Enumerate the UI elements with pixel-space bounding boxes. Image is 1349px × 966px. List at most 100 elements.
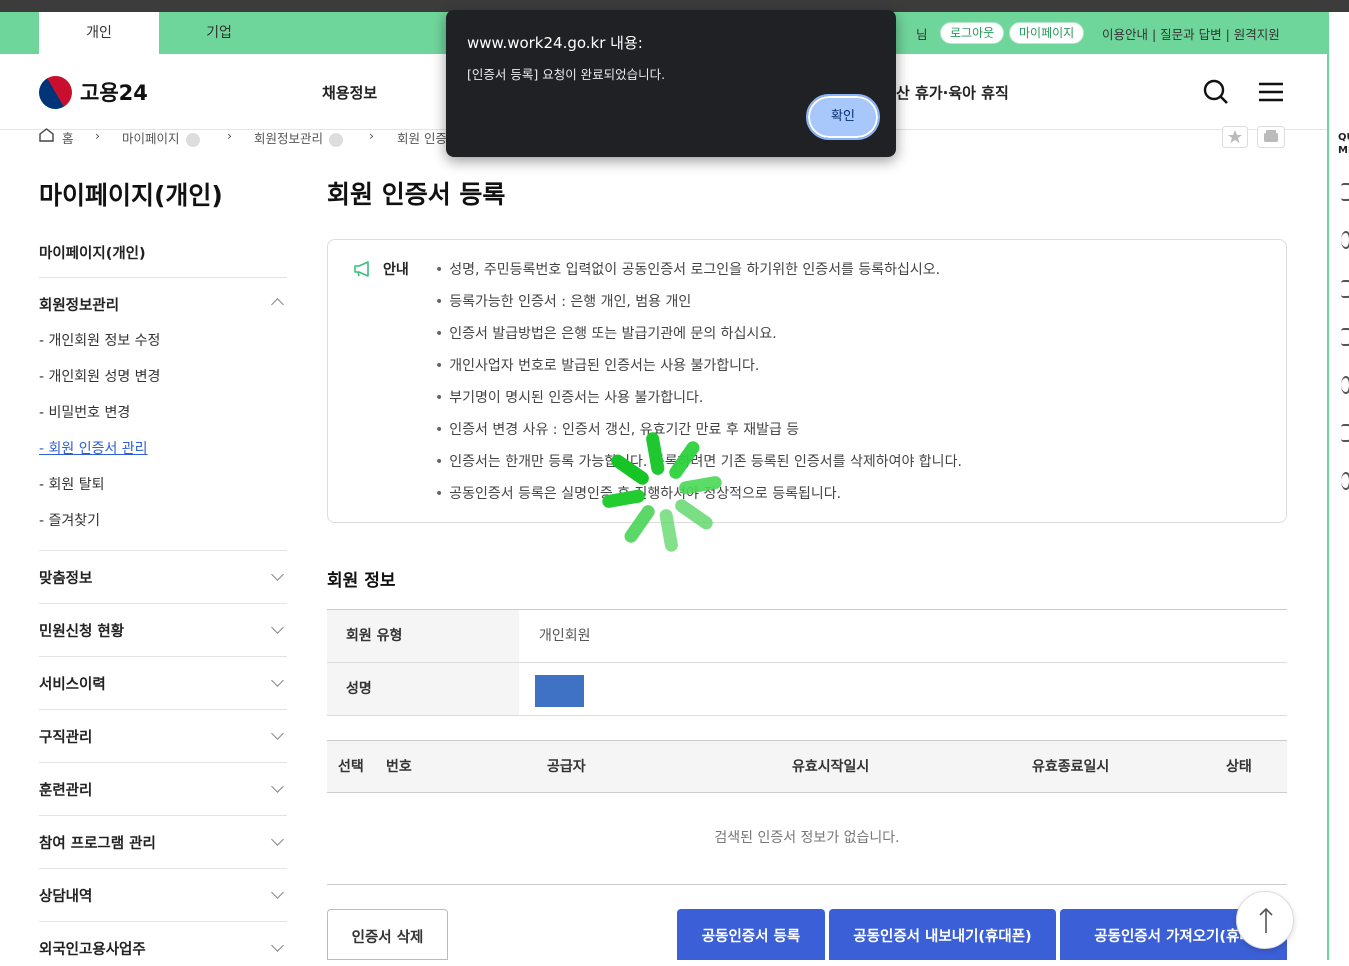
notice-item: 부기명이 명시된 인증서는 사용 불가합니다.	[435, 387, 703, 407]
gnb-leave[interactable]: 산 휴가·육아 휴직	[896, 82, 1009, 103]
col-valid-from: 유효시작일시	[792, 759, 870, 775]
name-value-redacted	[535, 675, 584, 707]
quick-item-icon[interactable]	[1341, 328, 1349, 346]
print-icon[interactable]	[1257, 126, 1285, 148]
breadcrumb-sep-icon: ›	[369, 128, 374, 143]
sidebar-item-job-seeking[interactable]: 구직관리	[39, 726, 92, 747]
chevron-down-icon[interactable]	[271, 674, 284, 687]
name-label: 성명	[327, 663, 519, 715]
table-row: 성명	[327, 663, 1287, 716]
sidebar-title: 마이페이지(개인)	[39, 181, 223, 210]
col-select: 선택	[338, 759, 364, 775]
tab-corporate[interactable]: 기업	[159, 12, 279, 54]
breadcrumb-current: 회원 인증	[397, 131, 447, 146]
breadcrumb-home[interactable]: 홈	[62, 128, 74, 147]
loading-spinner-icon	[602, 432, 722, 552]
breadcrumb-member-info-label: 회원정보관리	[254, 131, 324, 146]
notice-item: 개인사업자 번호로 발급된 인증서는 사용 불가합니다.	[435, 355, 759, 375]
tab-personal[interactable]: 개인	[39, 12, 159, 54]
sidebar-item-mypage[interactable]: 마이페이지(개인)	[39, 242, 146, 263]
sidebar-item-programs[interactable]: 참여 프로그램 관리	[39, 832, 156, 853]
export-certificate-button[interactable]: 공동인증서 내보내기(휴대폰)	[829, 909, 1056, 960]
user-name-suffix: 님	[916, 27, 928, 42]
page-title: 회원 인증서 등록	[327, 180, 506, 209]
member-type-label: 회원 유형	[327, 610, 519, 662]
divider	[39, 868, 287, 869]
quick-item-icon[interactable]	[1341, 231, 1349, 249]
quick-item-icon[interactable]	[1341, 376, 1349, 394]
quick-item-icon[interactable]	[1341, 424, 1349, 442]
logout-button[interactable]: 로그아웃	[940, 22, 1005, 44]
divider	[39, 550, 287, 551]
divider	[39, 277, 287, 278]
sidebar-item-foreign-employer[interactable]: 외국인고용사업주	[39, 938, 146, 959]
table-row: 회원 유형 개인회원	[327, 610, 1287, 663]
col-issuer: 공급자	[547, 759, 586, 775]
notice-item: 성명, 주민등록번호 입력없이 공동인증서 로그인을 하기위한 인증서를 등록하…	[435, 259, 940, 279]
breadcrumb-member-info[interactable]: 회원정보관리	[254, 128, 344, 147]
dialog-message: [인증서 등록] 요청이 완료되었습니다.	[467, 67, 666, 82]
divider	[39, 656, 287, 657]
scroll-top-button[interactable]	[1236, 891, 1294, 949]
member-info-title: 회원 정보	[327, 571, 396, 591]
col-number: 번호	[386, 759, 412, 775]
quick-item-icon[interactable]	[1341, 280, 1349, 298]
divider	[39, 762, 287, 763]
sidebar-item-training[interactable]: 훈련관리	[39, 779, 92, 800]
sidebar-sub-change-password[interactable]: - 비밀번호 변경	[39, 402, 130, 422]
breadcrumb-sep-icon: ›	[95, 128, 100, 143]
chevron-down-icon[interactable]	[271, 886, 284, 899]
dropdown-circle-icon[interactable]	[185, 132, 200, 147]
home-icon[interactable]	[38, 127, 55, 142]
quick-menu-label-1: QU	[1338, 132, 1349, 143]
gnb-job-info[interactable]: 채용정보	[322, 82, 377, 103]
chevron-up-icon[interactable]	[271, 298, 284, 311]
chevron-down-icon[interactable]	[271, 833, 284, 846]
quick-menu-label-2: MI	[1338, 145, 1349, 156]
favorite-star-icon[interactable]	[1222, 126, 1248, 148]
delete-certificate-button[interactable]: 인증서 삭제	[327, 909, 448, 960]
sidebar-item-service-history[interactable]: 서비스이력	[39, 673, 106, 694]
sidebar-item-counseling[interactable]: 상담내역	[39, 885, 92, 906]
megaphone-icon	[354, 261, 369, 277]
chevron-down-icon[interactable]	[271, 939, 284, 952]
register-certificate-button[interactable]: 공동인증서 등록	[677, 909, 825, 960]
breadcrumb-mypage-label: 마이페이지	[122, 131, 180, 146]
mypage-button[interactable]: 마이페이지	[1009, 22, 1085, 44]
sidebar-sub-favorites[interactable]: - 즐겨찾기	[39, 510, 100, 530]
col-valid-to: 유효종료일시	[1032, 759, 1110, 775]
breadcrumb-sep-icon: ›	[227, 128, 232, 143]
notice-label: 안내	[383, 262, 409, 278]
sidebar-item-member-info[interactable]: 회원정보관리	[39, 294, 119, 315]
quick-item-icon[interactable]	[1341, 183, 1349, 201]
sidebar-sub-withdraw[interactable]: - 회원 탈퇴	[39, 474, 104, 494]
notice-item: 인증서 발급방법은 은행 또는 발급기관에 문의 하십시요.	[435, 323, 776, 343]
right-border	[1327, 12, 1329, 960]
divider	[39, 921, 287, 922]
breadcrumb-mypage[interactable]: 마이페이지	[122, 128, 200, 147]
dropdown-circle-icon[interactable]	[329, 132, 344, 147]
quick-item-icon[interactable]	[1341, 472, 1349, 490]
chevron-down-icon[interactable]	[271, 780, 284, 793]
chevron-down-icon[interactable]	[271, 727, 284, 740]
util-links[interactable]: 이용안내 | 질문과 답변 | 원격지원	[1102, 24, 1280, 43]
logo-text[interactable]: 고용24	[80, 77, 148, 107]
sidebar-sub-edit-info[interactable]: - 개인회원 정보 수정	[39, 330, 160, 350]
sidebar-item-custom-info[interactable]: 맞춤정보	[39, 567, 92, 588]
notice-item: 등록가능한 인증서 : 은행 개인, 범용 개인	[435, 291, 691, 311]
search-icon[interactable]	[1202, 78, 1230, 106]
divider	[39, 815, 287, 816]
col-status: 상태	[1226, 759, 1252, 775]
divider	[39, 603, 287, 604]
dialog-title: www.work24.go.kr 내용:	[467, 34, 643, 52]
chevron-down-icon[interactable]	[271, 621, 284, 634]
chevron-down-icon[interactable]	[271, 568, 284, 581]
certificate-list-header: 선택 번호 공급자 유효시작일시 유효종료일시 상태	[327, 740, 1287, 793]
sidebar-item-civil-status[interactable]: 민원신청 현황	[39, 620, 124, 641]
dialog-ok-button[interactable]: 확인	[806, 94, 880, 140]
divider	[39, 709, 287, 710]
alert-dialog: www.work24.go.kr 내용: [인증서 등록] 요청이 완료되었습니…	[446, 10, 896, 157]
sidebar-sub-change-name[interactable]: - 개인회원 성명 변경	[39, 366, 160, 386]
menu-icon[interactable]	[1257, 78, 1285, 106]
sidebar-sub-certificate[interactable]: - 회원 인증서 관리	[39, 438, 148, 458]
